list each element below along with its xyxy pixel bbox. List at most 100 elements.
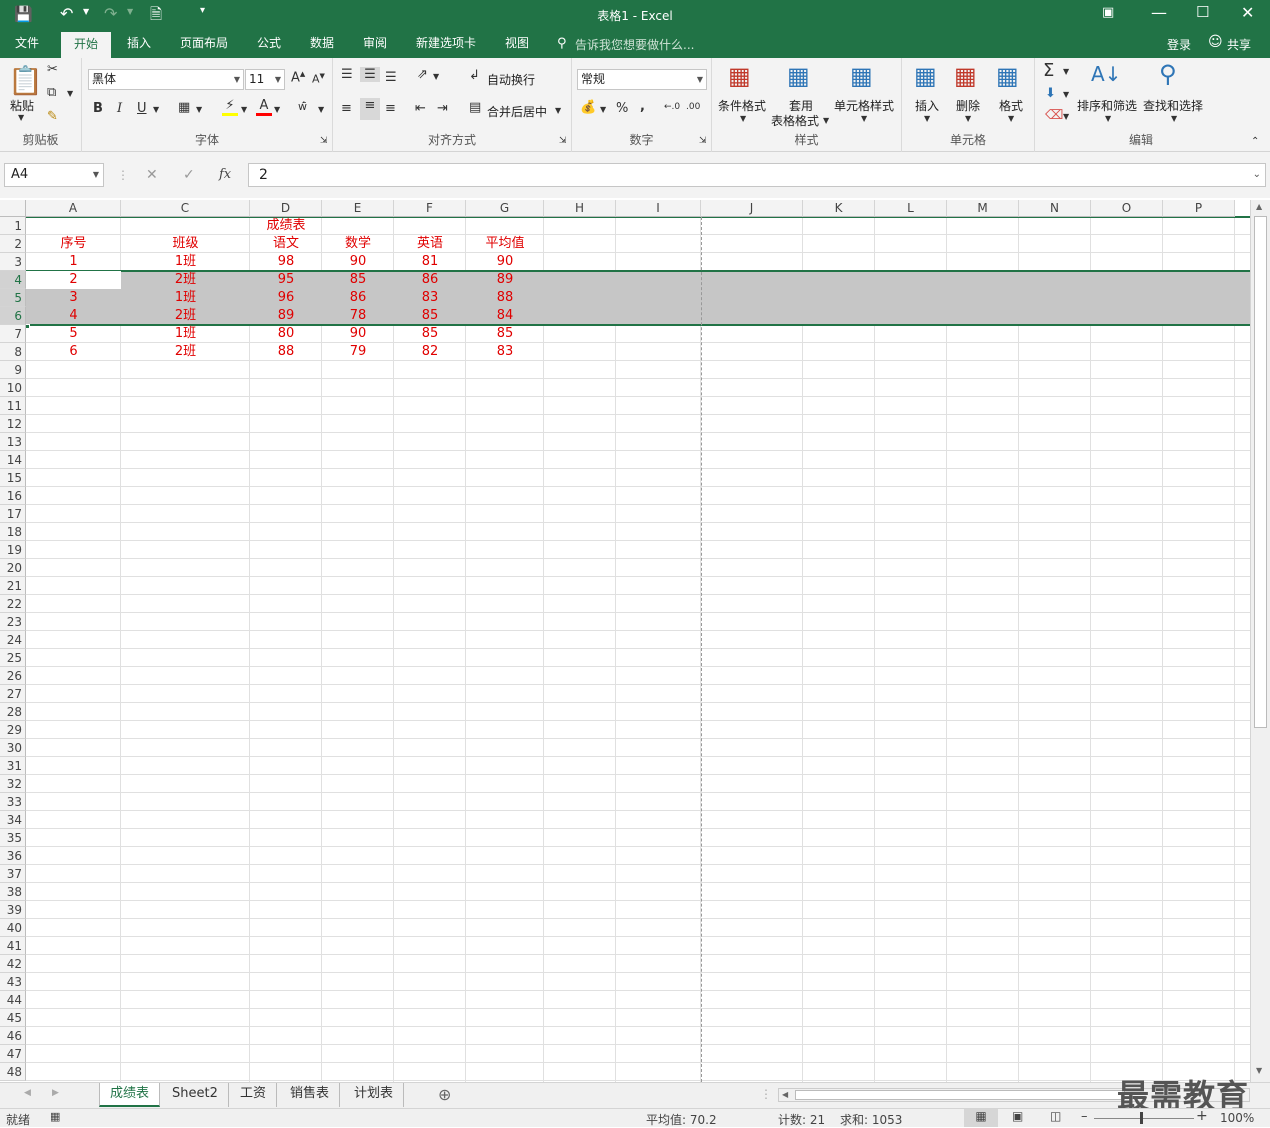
align-middle-icon[interactable]: ☰ bbox=[360, 67, 380, 82]
tab-formulas[interactable]: 公式 bbox=[248, 30, 290, 58]
row-header[interactable]: 22 bbox=[0, 595, 26, 613]
undo-icon[interactable]: ↶ bbox=[60, 4, 73, 23]
zoom-out-icon[interactable]: – bbox=[1081, 1109, 1088, 1124]
new-file-icon[interactable]: 🗎 bbox=[150, 4, 162, 29]
font-launcher-icon[interactable]: ⇲ bbox=[320, 136, 328, 146]
row-header[interactable]: 12 bbox=[0, 415, 26, 433]
paste-icon[interactable]: 📋 bbox=[8, 64, 43, 97]
number-format-select[interactable]: 常规 ▼ bbox=[577, 69, 707, 90]
cut-icon[interactable]: ✂ bbox=[47, 62, 58, 77]
row-header[interactable]: 36 bbox=[0, 847, 26, 865]
font-name-select[interactable]: 黑体 ▼ bbox=[88, 69, 244, 90]
cell-styles-icon[interactable]: ▦ bbox=[850, 62, 873, 90]
data-cell[interactable]: 95 bbox=[250, 271, 322, 289]
row-header[interactable]: 41 bbox=[0, 937, 26, 955]
login-link[interactable]: 登录 bbox=[1167, 36, 1191, 53]
data-cell[interactable]: 79 bbox=[322, 343, 394, 361]
data-cell[interactable]: 3 bbox=[26, 289, 121, 307]
insert-cells-button[interactable]: 插入 bbox=[915, 97, 939, 114]
row-header[interactable]: 4 bbox=[0, 271, 26, 289]
underline-icon[interactable]: U bbox=[137, 101, 147, 116]
conditional-format-button[interactable]: 条件格式 bbox=[718, 97, 766, 114]
data-cell[interactable]: 4 bbox=[26, 307, 121, 325]
tab-view[interactable]: 视图 bbox=[496, 30, 538, 58]
fill-dropdown-icon[interactable]: ▼ bbox=[241, 105, 247, 114]
border-dropdown-icon[interactable]: ▼ bbox=[196, 105, 202, 114]
close-icon[interactable]: ✕ bbox=[1241, 3, 1254, 22]
customize-qat-icon[interactable]: ▾ bbox=[200, 5, 205, 16]
header-cell[interactable]: 数学 bbox=[322, 235, 394, 253]
add-sheet-icon[interactable]: ⊕ bbox=[438, 1085, 451, 1104]
page-break-view-icon[interactable]: ◫ bbox=[1050, 1109, 1061, 1123]
scroll-up-icon[interactable]: ▲ bbox=[1256, 202, 1262, 211]
column-header[interactable]: A bbox=[26, 200, 121, 217]
row-header[interactable]: 43 bbox=[0, 973, 26, 991]
row-header[interactable]: 37 bbox=[0, 865, 26, 883]
row-header[interactable]: 8 bbox=[0, 343, 26, 361]
row-header[interactable]: 5 bbox=[0, 289, 26, 307]
ribbon-display-icon[interactable]: ▣ bbox=[1102, 5, 1114, 20]
align-center-icon[interactable]: ≡ bbox=[360, 98, 380, 120]
phonetic-icon[interactable]: ẃ̄ bbox=[298, 100, 307, 113]
merge-dropdown-icon[interactable]: ▼ bbox=[555, 106, 561, 115]
tab-data[interactable]: 数据 bbox=[301, 30, 343, 58]
merge-center-button[interactable]: 合并后居中 bbox=[487, 103, 547, 120]
data-cell[interactable]: 83 bbox=[394, 289, 466, 307]
data-cell[interactable]: 82 bbox=[394, 343, 466, 361]
formula-input[interactable]: 2 ⌄ bbox=[248, 163, 1266, 187]
sheet-tab-plan[interactable]: 计划表 bbox=[344, 1083, 405, 1107]
column-header[interactable]: L bbox=[875, 200, 947, 217]
delete-cells-button[interactable]: 删除 bbox=[956, 97, 980, 114]
number-launcher-icon[interactable]: ⇲ bbox=[699, 136, 707, 146]
scroll-down-icon[interactable]: ▼ bbox=[1256, 1066, 1262, 1075]
row-header[interactable]: 39 bbox=[0, 901, 26, 919]
vertical-scrollbar[interactable]: ▲ ▼ bbox=[1250, 200, 1270, 1082]
paste-dropdown-icon[interactable]: ▼ bbox=[18, 113, 24, 122]
column-header[interactable]: K bbox=[803, 200, 875, 217]
zoom-slider[interactable] bbox=[1094, 1118, 1194, 1119]
maximize-icon[interactable]: ☐ bbox=[1196, 3, 1209, 21]
page-layout-view-icon[interactable]: ▣ bbox=[1012, 1109, 1023, 1123]
row-header[interactable]: 23 bbox=[0, 613, 26, 631]
data-cell[interactable]: 83 bbox=[466, 343, 544, 361]
sheet-tab-salary[interactable]: 工资 bbox=[230, 1083, 278, 1107]
data-cell[interactable]: 5 bbox=[26, 325, 121, 343]
percent-icon[interactable]: % bbox=[616, 101, 628, 116]
find-select-button[interactable]: 查找和选择 bbox=[1143, 97, 1203, 114]
row-header[interactable]: 16 bbox=[0, 487, 26, 505]
data-cell[interactable]: 90 bbox=[322, 253, 394, 271]
data-cell[interactable]: 90 bbox=[466, 253, 544, 271]
data-cell[interactable]: 89 bbox=[250, 307, 322, 325]
bold-icon[interactable]: B bbox=[93, 101, 103, 116]
zoom-level[interactable]: 100% bbox=[1220, 1111, 1254, 1125]
data-cell[interactable]: 78 bbox=[322, 307, 394, 325]
tab-page-layout[interactable]: 页面布局 bbox=[170, 30, 238, 58]
font-color-dropdown-icon[interactable]: ▼ bbox=[274, 105, 280, 114]
data-cell[interactable]: 80 bbox=[250, 325, 322, 343]
font-color-icon[interactable]: A bbox=[256, 98, 272, 116]
data-cell[interactable]: 90 bbox=[322, 325, 394, 343]
row-header[interactable]: 35 bbox=[0, 829, 26, 847]
row-header[interactable]: 1 bbox=[0, 217, 26, 235]
tab-review[interactable]: 审阅 bbox=[354, 30, 396, 58]
row-header[interactable]: 19 bbox=[0, 541, 26, 559]
row-header[interactable]: 11 bbox=[0, 397, 26, 415]
row-header[interactable]: 32 bbox=[0, 775, 26, 793]
row-header[interactable]: 15 bbox=[0, 469, 26, 487]
row-header[interactable]: 21 bbox=[0, 577, 26, 595]
name-box[interactable]: A4 ▼ bbox=[4, 163, 104, 187]
table-title[interactable]: 成绩表 bbox=[250, 217, 322, 235]
increase-decimal-icon[interactable]: ←.0 bbox=[664, 102, 680, 112]
tab-home[interactable]: 开始 bbox=[61, 32, 111, 58]
header-cell[interactable]: 序号 bbox=[26, 235, 121, 253]
row-header[interactable]: 45 bbox=[0, 1009, 26, 1027]
row-header[interactable]: 34 bbox=[0, 811, 26, 829]
data-cell[interactable]: 86 bbox=[322, 289, 394, 307]
row-header[interactable]: 30 bbox=[0, 739, 26, 757]
sort-filter-icon[interactable]: A↓ bbox=[1091, 62, 1121, 86]
row-header[interactable]: 42 bbox=[0, 955, 26, 973]
row-header[interactable]: 47 bbox=[0, 1045, 26, 1063]
undo-dropdown-icon[interactable]: ▼ bbox=[83, 7, 89, 16]
row-header[interactable]: 17 bbox=[0, 505, 26, 523]
format-painter-icon[interactable]: ✎ bbox=[47, 109, 58, 124]
